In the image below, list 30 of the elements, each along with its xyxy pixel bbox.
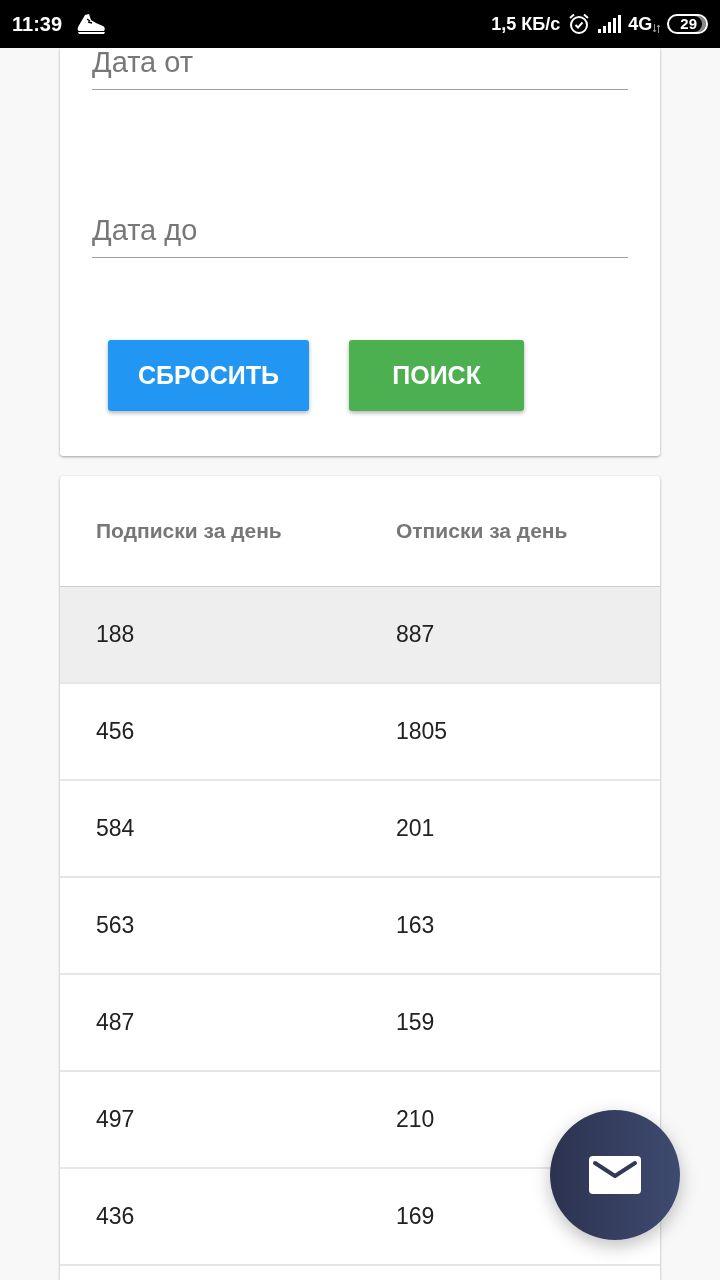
column-header: Отписки за день [396,519,568,543]
sneaker-icon [76,13,107,35]
clock-time: 11:39 [12,12,63,36]
table-cell: 163 [396,912,435,939]
table-cell: 456 [96,718,135,745]
data-arrows-icon [653,23,661,33]
table-cell: 1805 [396,718,448,745]
signal-bars-icon [598,15,623,33]
battery-level: 29 [667,14,708,34]
table-cell: 159 [396,1009,435,1036]
date-input-field[interactable]: Дата от [92,48,628,90]
table-cell: 584 [96,815,135,842]
alarm-clock-icon [568,13,591,35]
column-header: Подписки за день [96,519,282,543]
table-cell: 487 [96,1009,135,1036]
reset-button[interactable]: СБРОСИТЬ [108,340,310,411]
table-cell: 887 [396,621,435,648]
network-speed: 1,5 КБ/с [491,13,561,35]
search-button[interactable]: ПОИСК [349,340,525,411]
selected-table-row[interactable]: 188 887 [60,587,660,684]
date-input-field[interactable]: Дата до [92,216,628,258]
network-type: 4G [628,13,653,35]
table-cell: 169 [396,1203,435,1230]
table-cell: 188 [96,621,135,648]
table-cell: 497 [96,1106,135,1133]
table-cell: 201 [396,815,435,842]
envelope-icon [589,1156,641,1194]
table-cell: 210 [396,1106,435,1133]
table-cell: 436 [96,1203,135,1230]
table-cell: 563 [96,912,135,939]
